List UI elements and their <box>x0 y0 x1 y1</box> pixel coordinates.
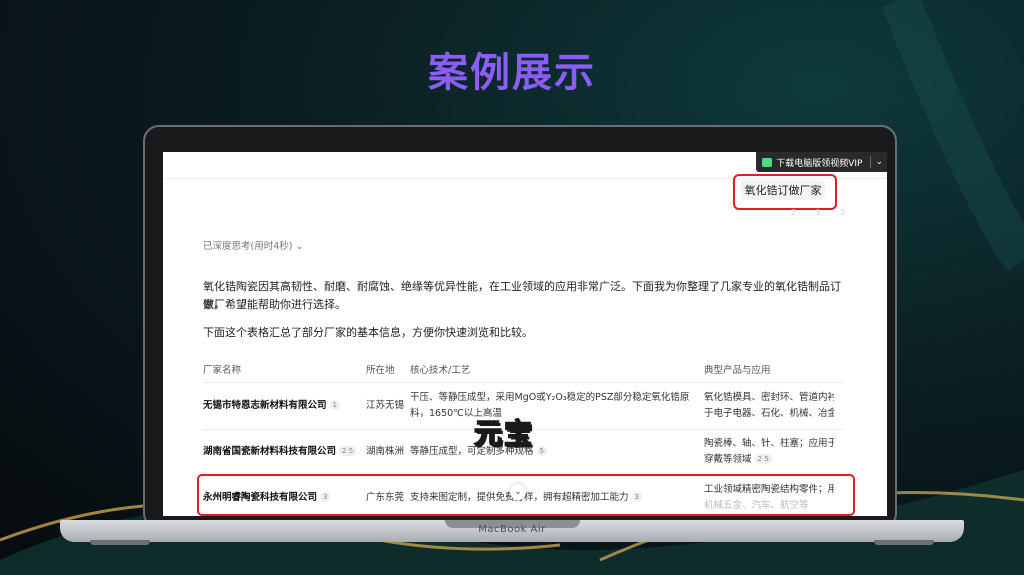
location-cell: 湖南株洲 <box>366 446 405 457</box>
products-text: 穿戴等领域 <box>704 454 752 465</box>
products-line-1: 氧化锆模具、密封环、管道内衬 <box>704 392 834 403</box>
row-highlight-box <box>197 474 855 516</box>
chevron-down-icon: ⌄ <box>514 487 522 497</box>
location-cell: 江苏无锡 <box>366 400 405 411</box>
download-app-icon <box>762 157 773 167</box>
user-query-bubble: 氧化锆订做厂家 <box>741 180 825 200</box>
citation-badge[interactable]: 5 <box>536 446 547 456</box>
tech-line-1: 干压、等静压成型，采用MgO或Y₂O₃稳定的PSZ部分稳定氧化锆原 <box>410 392 690 403</box>
browser-screen: 下载电脑版领视频VIP ⌄ 氧化锆订做厂家 2 · 1 · 2 已深度思考(用时… <box>163 152 887 516</box>
laptop-brand: MacBook Air <box>478 524 546 535</box>
manufacturer-name: 湖南省国瓷新材料科技有限公司 <box>203 446 337 457</box>
table-row: 无锡市特恩志新材料有限公司 1 <box>203 398 340 414</box>
products-line-2: 穿戴等领域 2 5 <box>704 452 834 468</box>
laptop-foot-right <box>874 540 934 545</box>
products-line-1: 陶瓷棒、轴、针、柱塞；应用于 <box>704 438 834 449</box>
watermark-text: 元宝 <box>473 416 535 451</box>
chevron-down-icon: ⌄ <box>295 241 304 252</box>
vip-separator <box>870 156 872 168</box>
summary-text: 下面这个表格汇总了部分厂家的基本信息，方便你快速浏览和比较。 <box>203 326 533 339</box>
header-divider-line <box>203 382 843 383</box>
citation-badge[interactable]: 2 5 <box>339 446 357 456</box>
col-header-tech: 核心技术/工艺 <box>410 365 471 376</box>
scroll-down-button[interactable]: ⌄ <box>510 484 526 500</box>
chevron-down-icon[interactable]: ⌄ <box>875 157 883 167</box>
citation-badge[interactable]: 2 5 <box>754 454 772 464</box>
col-header-name: 厂家名称 <box>203 365 242 376</box>
thinking-label: 已深度思考(用时4秒) <box>203 241 293 252</box>
slide-title: 案例展示 <box>428 50 596 96</box>
products-line-2: 于电子电器、石化、机械、冶金 <box>704 408 834 419</box>
table-row: 湖南省国瓷新材料科技有限公司 2 5 <box>203 444 357 460</box>
thinking-toggle[interactable]: 已深度思考(用时4秒) ⌄ <box>203 238 303 252</box>
col-header-location: 所在地 <box>366 365 395 376</box>
manufacturer-name: 无锡市特恩志新材料有限公司 <box>203 400 327 411</box>
user-query-highlight: 氧化锆订做厂家 <box>733 174 837 210</box>
laptop-foot-left <box>90 540 150 545</box>
vip-download-banner[interactable]: 下载电脑版领视频VIP ⌄ <box>756 152 887 172</box>
intro-line-2: 家，希望能帮助你进行选择。 <box>203 298 346 311</box>
col-header-products: 典型产品与应用 <box>704 365 771 376</box>
vip-label: 下载电脑版领视频VIP <box>776 158 863 169</box>
query-meta: 2 · 1 · 2 <box>791 208 849 217</box>
citation-badge[interactable]: 1 <box>329 400 340 410</box>
